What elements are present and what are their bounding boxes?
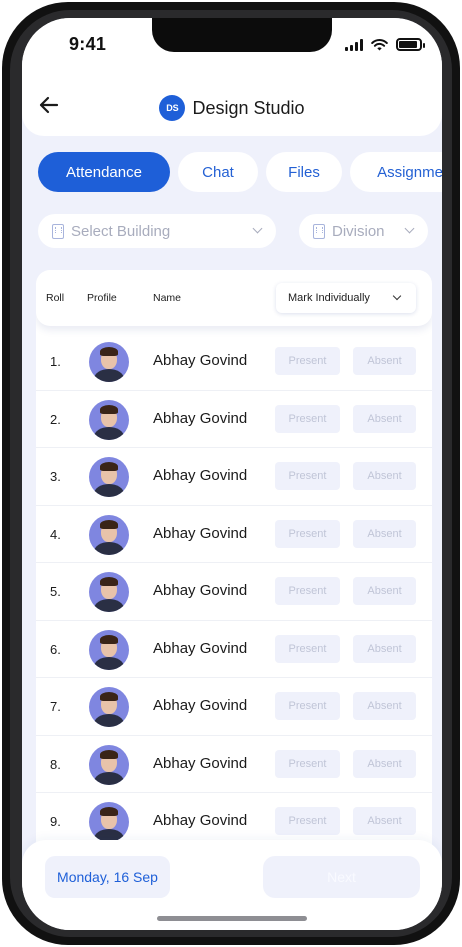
cellular-signal-icon [345, 39, 363, 51]
table-row: 1. Abhay Govind Present Absent [36, 333, 432, 391]
student-name: Abhay Govind [153, 467, 248, 484]
table-row: 6. Abhay Govind Present Absent [36, 621, 432, 678]
student-name: Abhay Govind [153, 697, 248, 714]
student-name: Abhay Govind [153, 812, 248, 829]
home-indicator [157, 916, 307, 921]
absent-button[interactable]: Absent [353, 749, 416, 778]
select-building-label: Select Building [71, 222, 171, 240]
chevron-down-icon [404, 223, 415, 234]
status-time: 9:41 [69, 34, 107, 54]
absent-button[interactable]: Absent [353, 692, 416, 720]
mark-individually-dropdown[interactable]: Mark Individually [276, 283, 416, 313]
table-row: 4. Abhay Govind Present Absent [36, 506, 432, 563]
roll-number: 5. [50, 584, 61, 599]
table-row: 7. Abhay Govind Present Absent [36, 678, 432, 736]
student-name: Abhay Govind [153, 352, 248, 369]
column-roll: Roll [46, 292, 65, 304]
present-button[interactable]: Present [275, 577, 340, 605]
avatar [89, 802, 129, 842]
chevron-down-icon [252, 223, 263, 234]
chevron-down-icon [392, 291, 402, 301]
present-button[interactable]: Present [275, 347, 340, 375]
column-name: Name [153, 292, 182, 304]
roll-number: 9. [50, 814, 61, 829]
absent-button[interactable]: Absent [353, 462, 416, 490]
student-name: Abhay Govind [153, 524, 248, 542]
bottom-bar: Monday, 16 Sep Next [22, 840, 442, 930]
table-row: 3. Abhay Govind Present Absent [36, 448, 432, 506]
absent-button[interactable]: Absent [353, 577, 416, 605]
student-name: Abhay Govind [153, 639, 248, 657]
present-button[interactable]: Present [275, 519, 340, 548]
present-button[interactable]: Present [275, 692, 340, 720]
tab-assignments[interactable]: Assignme [350, 152, 442, 192]
avatar [89, 342, 129, 382]
roll-number: 1. [50, 354, 61, 369]
roll-number: 3. [50, 469, 61, 484]
battery-icon [396, 38, 425, 51]
roll-number: 6. [50, 641, 61, 657]
avatar [89, 687, 129, 727]
division-label: Division [332, 222, 385, 240]
present-button[interactable]: Present [275, 749, 340, 778]
present-button[interactable]: Present [275, 404, 340, 433]
roll-number: 8. [50, 756, 61, 772]
absent-button[interactable]: Absent [353, 404, 416, 433]
student-name: Abhay Govind [153, 582, 248, 599]
tab-files[interactable]: Files [266, 152, 342, 192]
roll-number: 7. [50, 699, 61, 714]
absent-button[interactable]: Absent [353, 519, 416, 548]
attendance-table: Roll Profile Name Mark Individually 1. Ab… [36, 270, 432, 870]
building-icon [313, 223, 325, 239]
absent-button[interactable]: Absent [353, 634, 416, 663]
table-row: 2. Abhay Govind Present Absent [36, 391, 432, 448]
roll-number: 4. [50, 526, 61, 542]
absent-button[interactable]: Absent [353, 347, 416, 375]
tab-attendance[interactable]: Attendance [38, 152, 170, 192]
avatar [89, 629, 129, 670]
notch [152, 18, 332, 52]
avatar [89, 399, 129, 440]
student-name: Abhay Govind [153, 754, 248, 772]
mark-individually-label: Mark Individually [288, 292, 370, 304]
header-title-group: DS Design Studio [22, 95, 442, 121]
studio-badge: DS [159, 95, 186, 121]
select-building-dropdown[interactable]: Select Building [38, 214, 276, 248]
table-header: Roll Profile Name Mark Individually [36, 270, 432, 326]
table-row: 8. Abhay Govind Present Absent [36, 736, 432, 793]
wifi-icon [371, 39, 388, 51]
table-row: 5. Abhay Govind Present Absent [36, 563, 432, 621]
student-name: Abhay Govind [153, 409, 248, 427]
avatar [89, 572, 129, 612]
present-button[interactable]: Present [275, 462, 340, 490]
next-button[interactable]: Next [263, 856, 420, 898]
roll-number: 2. [50, 411, 61, 427]
column-profile: Profile [87, 292, 117, 304]
tab-bar: Attendance Chat Files Assignme [38, 152, 442, 192]
header: DS Design Studio [22, 78, 442, 136]
date-button[interactable]: Monday, 16 Sep [45, 856, 170, 898]
absent-button[interactable]: Absent [353, 807, 416, 835]
present-button[interactable]: Present [275, 807, 340, 835]
avatar [89, 457, 129, 497]
page-title: Design Studio [192, 97, 305, 118]
present-button[interactable]: Present [275, 634, 340, 663]
tab-chat[interactable]: Chat [178, 152, 258, 192]
division-dropdown[interactable]: Division [299, 214, 428, 248]
building-icon [52, 223, 64, 239]
avatar [89, 514, 129, 555]
screen: 9:41 DS Design Studio Attendance Chat Fi… [22, 18, 442, 930]
status-icons [345, 38, 425, 51]
avatar [89, 744, 129, 785]
table-body: 1. Abhay Govind Present Absent 2. Abhay Govin… [36, 333, 432, 851]
